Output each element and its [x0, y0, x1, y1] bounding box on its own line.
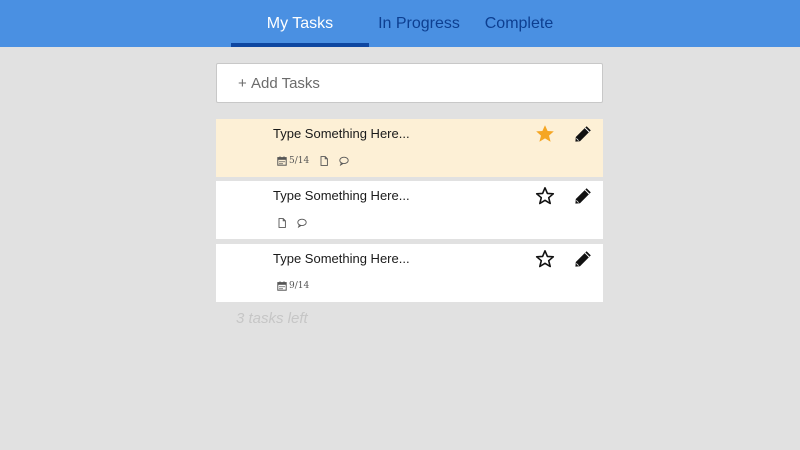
add-plus-label: + — [238, 75, 247, 92]
comment-icon — [339, 156, 349, 166]
task-card[interactable]: Type Something Here... 9/14 — [216, 244, 603, 302]
task-card[interactable]: Type Something Here... — [216, 181, 603, 239]
star-icon[interactable] — [535, 249, 555, 269]
due-date-text: 9/14 — [289, 281, 310, 291]
add-task-input[interactable]: + Add Tasks — [216, 63, 603, 103]
document-icon — [320, 156, 329, 166]
tab-in-progress[interactable]: In Progress — [369, 0, 469, 47]
task-attachment — [277, 218, 287, 228]
pencil-icon[interactable] — [573, 186, 593, 206]
add-task-label: Add Tasks — [251, 75, 320, 92]
task-attachment — [319, 156, 329, 166]
task-due-date: 5/14 — [277, 156, 309, 166]
task-title[interactable]: Type Something Here... — [273, 251, 410, 266]
star-icon[interactable] — [535, 124, 555, 144]
comment-icon — [297, 218, 307, 228]
task-title[interactable]: Type Something Here... — [273, 188, 410, 203]
task-comment — [339, 156, 349, 166]
star-icon[interactable] — [535, 186, 555, 206]
tasks-left-count: 3 tasks left — [236, 310, 308, 327]
task-meta: 5/14 — [277, 155, 359, 167]
pencil-icon[interactable] — [573, 249, 593, 269]
tab-my-tasks[interactable]: My Tasks — [231, 0, 369, 47]
calendar-icon — [277, 281, 287, 291]
task-comment — [297, 218, 307, 228]
calendar-icon — [277, 156, 287, 166]
top-nav-bar: My Tasks In Progress Complete — [0, 0, 800, 47]
task-meta — [277, 217, 317, 229]
task-card[interactable]: Type Something Here... 5/14 — [216, 119, 603, 177]
active-tab-indicator — [231, 43, 369, 47]
due-date-text: 5/14 — [289, 156, 310, 166]
pencil-icon[interactable] — [573, 124, 593, 144]
task-meta: 9/14 — [277, 280, 319, 292]
task-due-date: 9/14 — [277, 281, 309, 291]
task-title[interactable]: Type Something Here... — [273, 126, 410, 141]
tab-complete[interactable]: Complete — [476, 0, 562, 47]
document-icon — [278, 218, 286, 228]
